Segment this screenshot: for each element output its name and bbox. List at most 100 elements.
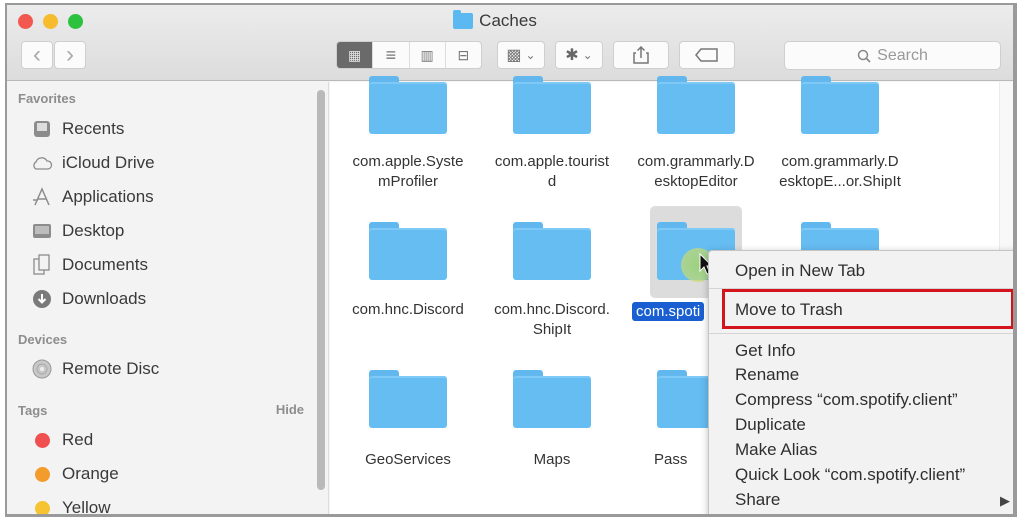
chevron-down-icon: ⌄ xyxy=(525,48,536,62)
desktop-icon xyxy=(31,220,53,242)
sidebar-item-remote-disc[interactable]: Remote Disc xyxy=(31,358,159,380)
icon-view-button[interactable]: ▦ xyxy=(337,42,374,68)
sidebar: Favorites Recents iCloud Drive Applicati… xyxy=(7,82,329,514)
menu-item-rename[interactable]: Rename xyxy=(735,363,799,387)
folder-label: com.apple.tourist d xyxy=(494,153,610,190)
sidebar-item-label: Applications xyxy=(62,187,154,206)
downloads-icon xyxy=(31,288,53,310)
search-placeholder: Search xyxy=(877,46,928,64)
view-mode-selector: ▦ ≡ ▥ ⊟ xyxy=(336,41,482,69)
menu-item-move-to-trash[interactable]: Move to Trash xyxy=(735,298,843,322)
search-field[interactable]: Search xyxy=(784,41,1001,70)
finder-window: Caches ‹ › ▦ ≡ ▥ ⊟ ▩ ⌄ ✱ ⌄ Search Favori… xyxy=(5,3,1017,517)
folder-label: com.grammarly.D esktopE...or.ShipIt xyxy=(779,153,901,190)
folder-item[interactable]: com.apple.tourist d xyxy=(482,76,622,192)
back-button[interactable]: ‹ xyxy=(21,41,53,69)
sidebar-item-icloud-drive[interactable]: iCloud Drive xyxy=(31,152,155,174)
menu-separator xyxy=(709,333,1013,334)
sidebar-item-desktop[interactable]: Desktop xyxy=(31,220,124,242)
menu-item-quick-look[interactable]: Quick Look “com.spotify.client” xyxy=(735,463,965,487)
folder-icon-partial xyxy=(372,516,398,517)
menu-item-compress[interactable]: Compress “com.spotify.client” xyxy=(735,388,958,412)
sidebar-item-label: Red xyxy=(62,430,94,449)
tag-dot-icon xyxy=(35,466,50,482)
sidebar-item-applications[interactable]: Applications xyxy=(31,186,154,208)
applications-icon xyxy=(31,186,53,208)
folder-icon xyxy=(513,222,591,280)
sidebar-item-label: Remote Disc xyxy=(62,359,160,378)
recents-icon xyxy=(31,118,53,140)
sidebar-item-recents[interactable]: Recents xyxy=(31,118,124,140)
folder-label: com.hnc.Discord. ShipIt xyxy=(494,301,610,338)
folder-icon xyxy=(513,76,591,134)
hide-tags-button[interactable]: Hide xyxy=(276,402,304,417)
sidebar-scrollbar[interactable] xyxy=(317,90,325,490)
sidebar-item-tag-yellow[interactable]: Yellow xyxy=(31,498,111,514)
submenu-arrow-icon: ▶ xyxy=(1000,493,1010,508)
list-view-button[interactable]: ≡ xyxy=(373,42,410,68)
column-view-icon: ▥ xyxy=(420,46,434,63)
sidebar-item-label: Downloads xyxy=(62,289,147,308)
sidebar-section-devices: Devices xyxy=(18,332,68,347)
folder-item[interactable]: GeoServices xyxy=(338,370,478,470)
folder-icon xyxy=(657,76,735,134)
folder-label: com.hnc.Discord xyxy=(352,301,464,318)
grid-icon: ▩ xyxy=(506,47,522,64)
sidebar-item-label: iCloud Drive xyxy=(62,153,155,172)
folder-icon xyxy=(453,10,474,29)
context-menu: Open in New Tab Move to Trash Get Info R… xyxy=(708,250,1013,514)
cloud-icon xyxy=(31,152,53,174)
folder-item[interactable]: com.hnc.Discord. ShipIt xyxy=(482,222,622,340)
folder-item[interactable]: com.apple.Syste mProfiler xyxy=(338,76,478,192)
menu-item-duplicate[interactable]: Duplicate xyxy=(735,413,806,437)
menu-item-share[interactable]: Share xyxy=(735,488,1013,512)
sidebar-item-documents[interactable]: Documents xyxy=(31,254,148,276)
disc-icon xyxy=(31,358,53,380)
gallery-view-button[interactable]: ⊟ xyxy=(446,42,481,68)
sidebar-item-downloads[interactable]: Downloads xyxy=(31,288,146,310)
sidebar-item-label: Documents xyxy=(62,255,148,274)
gear-icon: ✱ xyxy=(565,47,579,64)
folder-item[interactable]: com.grammarly.D esktopEditor xyxy=(626,76,766,192)
window-title: Caches xyxy=(7,10,1013,31)
list-view-icon: ≡ xyxy=(385,44,397,65)
share-button[interactable] xyxy=(613,41,669,69)
menu-item-open-in-new-tab[interactable]: Open in New Tab xyxy=(735,259,865,283)
folder-item[interactable]: com.grammarly.D esktopE...or.ShipIt xyxy=(770,76,910,192)
toolbar: Caches ‹ › ▦ ≡ ▥ ⊟ ▩ ⌄ ✱ ⌄ Search xyxy=(7,5,1013,81)
menu-item-get-info[interactable]: Get Info xyxy=(735,339,795,363)
tags-button[interactable] xyxy=(679,41,735,69)
folder-icon xyxy=(369,222,447,280)
folder-label: GeoServices xyxy=(365,451,451,468)
documents-icon xyxy=(31,254,53,276)
column-view-button[interactable]: ▥ xyxy=(410,42,446,68)
sidebar-item-label: Orange xyxy=(62,464,119,483)
folder-label: com.grammarly.D esktopEditor xyxy=(637,153,755,190)
action-button[interactable]: ✱ ⌄ xyxy=(555,41,603,69)
forward-button[interactable]: › xyxy=(54,41,86,69)
menu-item-share-label: Share xyxy=(735,490,781,509)
folder-label: Maps xyxy=(533,451,571,468)
sidebar-item-tag-red[interactable]: Red xyxy=(31,430,93,450)
chevron-down-icon: ⌄ xyxy=(582,48,593,62)
sidebar-section-tags: Tags xyxy=(18,403,48,418)
sidebar-section-favorites: Favorites xyxy=(18,91,76,106)
folder-item[interactable]: Maps xyxy=(482,370,622,470)
sidebar-item-label: Desktop xyxy=(62,221,125,240)
tag-dot-icon xyxy=(35,500,50,514)
chevron-right-icon: › xyxy=(66,41,74,68)
arrange-button[interactable]: ▩ ⌄ xyxy=(497,41,545,69)
tag-dot-icon xyxy=(35,432,50,448)
folder-item[interactable]: com.hnc.Discord xyxy=(338,222,478,320)
folder-icon xyxy=(369,76,447,134)
folder-icon xyxy=(369,370,447,428)
chevron-left-icon: ‹ xyxy=(33,41,41,68)
search-icon xyxy=(857,49,871,63)
window-title-text: Caches xyxy=(479,11,537,30)
icon-view-icon: ▦ xyxy=(348,46,362,63)
menu-item-make-alias[interactable]: Make Alias xyxy=(735,438,817,462)
sidebar-item-tag-orange[interactable]: Orange xyxy=(31,464,119,484)
tag-icon xyxy=(695,48,718,62)
share-icon xyxy=(633,46,649,64)
folder-icon xyxy=(513,370,591,428)
